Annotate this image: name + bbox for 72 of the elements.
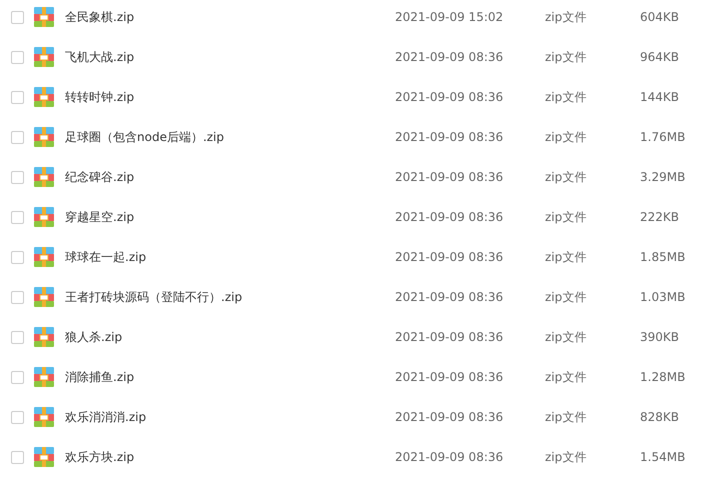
file-size: 222KB xyxy=(640,209,680,226)
file-date: 2021-09-09 08:36 xyxy=(395,209,504,226)
file-size: 390KB xyxy=(640,329,680,346)
file-size: 1.03MB xyxy=(640,289,686,306)
checkbox[interactable] xyxy=(11,10,24,24)
file-name[interactable]: 欢乐消消消.zip xyxy=(65,408,385,426)
file-type: zip文件 xyxy=(545,329,588,346)
file-type: zip文件 xyxy=(545,169,588,186)
file-name[interactable]: 转转时钟.zip xyxy=(65,88,385,106)
file-type: zip文件 xyxy=(545,129,588,146)
file-name[interactable]: 穿越星空.zip xyxy=(65,208,385,226)
checkbox[interactable] xyxy=(11,410,24,424)
file-date: 2021-09-09 08:36 xyxy=(395,409,504,426)
archive-icon xyxy=(34,127,54,147)
checkbox[interactable] xyxy=(11,330,24,344)
file-type: zip文件 xyxy=(545,249,588,266)
archive-icon xyxy=(34,47,54,67)
file-date: 2021-09-09 08:36 xyxy=(395,449,504,466)
file-size: 1.28MB xyxy=(640,369,686,386)
file-type: zip文件 xyxy=(545,449,588,466)
file-name[interactable]: 足球圈（包含node后端）.zip xyxy=(65,128,385,146)
file-name[interactable]: 消除捕鱼.zip xyxy=(65,368,385,386)
file-date: 2021-09-09 15:02 xyxy=(395,9,504,26)
file-name[interactable]: 飞机大战.zip xyxy=(65,48,385,66)
file-size: 1.54MB xyxy=(640,449,686,466)
checkbox[interactable] xyxy=(11,210,24,224)
file-name[interactable]: 狼人杀.zip xyxy=(65,328,385,346)
archive-icon xyxy=(34,287,54,307)
file-size: 604KB xyxy=(640,9,680,26)
file-size: 1.85MB xyxy=(640,249,686,266)
file-date: 2021-09-09 08:36 xyxy=(395,49,504,66)
file-type: zip文件 xyxy=(545,89,588,106)
file-type: zip文件 xyxy=(545,409,588,426)
file-size: 144KB xyxy=(640,89,680,106)
checkbox[interactable] xyxy=(11,50,24,64)
file-size: 3.29MB xyxy=(640,169,686,186)
file-date: 2021-09-09 08:36 xyxy=(395,249,504,266)
checkbox[interactable] xyxy=(11,130,24,144)
archive-icon xyxy=(34,447,54,467)
file-name[interactable]: 王者打砖块源码（登陆不行）.zip xyxy=(65,288,385,306)
archive-icon xyxy=(34,87,54,107)
file-name[interactable]: 全民象棋.zip xyxy=(65,8,385,26)
file-name[interactable]: 纪念碑谷.zip xyxy=(65,168,385,186)
file-type: zip文件 xyxy=(545,369,588,386)
file-type: zip文件 xyxy=(545,49,588,66)
archive-icon xyxy=(34,367,54,387)
file-date: 2021-09-09 08:36 xyxy=(395,89,504,106)
file-size: 828KB xyxy=(640,409,680,426)
file-type: zip文件 xyxy=(545,9,588,26)
file-date: 2021-09-09 08:36 xyxy=(395,169,504,186)
checkbox[interactable] xyxy=(11,370,24,384)
file-date: 2021-09-09 08:36 xyxy=(395,129,504,146)
archive-icon xyxy=(34,207,54,227)
file-size: 964KB xyxy=(640,49,680,66)
file-date: 2021-09-09 08:36 xyxy=(395,329,504,346)
archive-icon xyxy=(34,407,54,427)
archive-icon xyxy=(34,167,54,187)
file-size: 1.76MB xyxy=(640,129,686,146)
archive-icon xyxy=(34,327,54,347)
checkbox[interactable] xyxy=(11,290,24,304)
file-date: 2021-09-09 08:36 xyxy=(395,369,504,386)
archive-icon xyxy=(34,247,54,267)
checkbox[interactable] xyxy=(11,90,24,104)
file-type: zip文件 xyxy=(545,209,588,226)
file-date: 2021-09-09 08:36 xyxy=(395,289,504,306)
checkbox[interactable] xyxy=(11,450,24,464)
archive-icon xyxy=(34,7,54,27)
checkbox[interactable] xyxy=(11,170,24,184)
checkbox[interactable] xyxy=(11,250,24,264)
file-type: zip文件 xyxy=(545,289,588,306)
file-name[interactable]: 球球在一起.zip xyxy=(65,248,385,266)
file-name[interactable]: 欢乐方块.zip xyxy=(65,448,385,466)
